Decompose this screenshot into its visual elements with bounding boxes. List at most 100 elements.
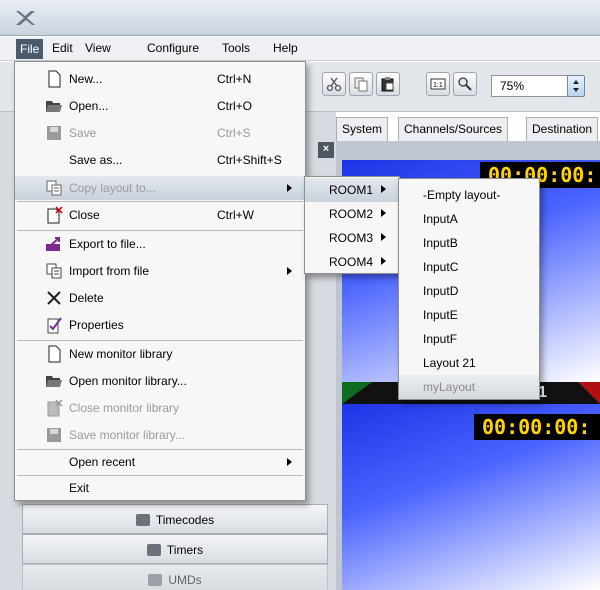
submenu-arrow-icon (287, 267, 292, 275)
submenu-arrow-icon (381, 185, 386, 193)
menu-configure[interactable]: Configure (147, 41, 199, 55)
menu-item-new[interactable]: New... Ctrl+N (15, 67, 305, 91)
menu-item-properties[interactable]: Properties (15, 313, 305, 337)
spinner-arrows-icon (573, 80, 579, 92)
panel-item-umds[interactable]: UMDs (22, 564, 328, 590)
scissors-icon (326, 77, 342, 92)
tab-channels-sources[interactable]: Channels/Sources (398, 117, 509, 141)
application-window: File Edit View Configure Tools Help 1:1 … (0, 0, 600, 590)
menu-item-exit[interactable]: Exit (15, 476, 305, 500)
menu-item-delete[interactable]: Delete (15, 286, 305, 310)
close-library-icon (47, 399, 63, 417)
room-label: ROOM1 (329, 183, 374, 197)
panel-item-label: Timers (166, 543, 204, 557)
menu-item-open-monitor-library[interactable]: Open monitor library... (15, 369, 305, 393)
menu-item-label: Import from file (69, 264, 150, 278)
panel-item-label: UMDs (168, 573, 202, 587)
open-folder-icon (46, 101, 62, 112)
layout-label: InputD (423, 284, 459, 298)
actual-size-button[interactable]: 1:1 (426, 72, 450, 96)
layout-label: InputF (423, 332, 458, 346)
menu-item-label: Save (69, 126, 97, 140)
layout-item[interactable]: InputB (399, 231, 539, 255)
menu-item-new-monitor-library[interactable]: New monitor library (15, 342, 305, 366)
menu-item-label: New... (69, 72, 103, 86)
timecode-display: 00:00:00: (474, 414, 600, 440)
room-item[interactable]: ROOM3 (305, 226, 399, 250)
room-label: ROOM4 (329, 255, 374, 269)
panel-item-timecodes[interactable]: Timecodes (22, 504, 328, 534)
menu-view[interactable]: View (85, 41, 111, 55)
menu-item-label: Close monitor library (69, 401, 180, 415)
timecodes-icon (135, 514, 150, 526)
copy-button[interactable] (349, 72, 373, 96)
layout-item-current[interactable]: myLayout (399, 375, 539, 399)
monitor-pane[interactable]: 00:00:00: (342, 404, 600, 590)
menu-edit[interactable]: Edit (52, 41, 73, 55)
layouts-submenu: -Empty layout- InputA InputB InputC Inpu… (398, 178, 540, 400)
menu-item-label: Save as... (69, 153, 123, 167)
save-library-icon (47, 428, 61, 442)
menu-item-import-from-file[interactable]: Import from file (15, 259, 305, 283)
layout-item[interactable]: InputE (399, 303, 539, 327)
layout-label: InputA (423, 212, 458, 226)
menu-item-label: Open monitor library... (69, 374, 187, 388)
menu-item-save-as[interactable]: Save as... Ctrl+Shift+S (15, 148, 305, 172)
menu-item-open[interactable]: Open... Ctrl+O (15, 94, 305, 118)
panel-close-button[interactable]: × (318, 142, 334, 158)
layout-item[interactable]: InputA (399, 207, 539, 231)
layout-item[interactable]: Layout 21 (399, 351, 539, 375)
menu-item-label: Open recent (69, 455, 136, 469)
magnifier-icon (458, 77, 472, 91)
green-indicator (342, 382, 372, 404)
panel-item-label: Timecodes (155, 513, 215, 527)
cut-button[interactable] (322, 72, 346, 96)
menu-file[interactable]: File (16, 39, 44, 59)
shortcut-label: Ctrl+N (217, 72, 252, 86)
menu-item-save[interactable]: Save Ctrl+S (15, 121, 305, 145)
shortcut-label: Ctrl+O (217, 99, 253, 113)
panel-item-timers[interactable]: Timers (22, 534, 328, 564)
menu-separator (17, 230, 303, 231)
copy-layout-icon (46, 180, 62, 196)
close-document-icon (47, 206, 63, 224)
open-library-icon (46, 376, 62, 387)
menu-item-label: Export to file... (69, 237, 146, 251)
layout-item[interactable]: InputD (399, 279, 539, 303)
new-library-icon (48, 345, 61, 363)
export-icon (46, 237, 60, 251)
menu-item-label: Copy layout to... (69, 181, 156, 195)
paste-button[interactable] (376, 72, 400, 96)
copy-icon (354, 77, 368, 92)
menu-item-close[interactable]: Close Ctrl+W (15, 203, 305, 227)
red-indicator (578, 382, 600, 404)
menu-help[interactable]: Help (273, 41, 298, 55)
room-item[interactable]: ROOM1 (305, 178, 399, 202)
tab-system[interactable]: System (336, 117, 389, 141)
delete-x-icon (47, 291, 61, 305)
layout-item[interactable]: -Empty layout- (399, 183, 539, 207)
timers-icon (146, 544, 161, 556)
paste-clipboard-icon (381, 77, 394, 92)
submenu-arrow-icon (287, 184, 292, 192)
menu-item-export-to-file[interactable]: Export to file... (15, 232, 305, 256)
save-disk-icon (47, 126, 61, 140)
menu-item-copy-layout-to[interactable]: Copy layout to... (15, 176, 305, 200)
menu-item-label: New monitor library (69, 347, 173, 361)
room-item[interactable]: ROOM4 (305, 250, 399, 274)
zoom-spinner[interactable] (567, 75, 585, 97)
menu-item-open-recent[interactable]: Open recent (15, 450, 305, 474)
import-icon (46, 263, 62, 279)
actual-size-icon: 1:1 (430, 78, 446, 90)
room-item[interactable]: ROOM2 (305, 202, 399, 226)
tab-destination[interactable]: Destination (526, 117, 599, 141)
layout-label: InputB (423, 236, 458, 250)
menu-tools[interactable]: Tools (222, 41, 250, 55)
menu-item-close-monitor-library[interactable]: Close monitor library (15, 396, 305, 420)
zoom-tool-button[interactable] (453, 72, 477, 96)
layout-item[interactable]: InputF (399, 327, 539, 351)
menu-item-save-monitor-library[interactable]: Save monitor library... (15, 423, 305, 447)
layout-label: myLayout (423, 380, 476, 394)
menu-separator (17, 340, 303, 341)
layout-item[interactable]: InputC (399, 255, 539, 279)
